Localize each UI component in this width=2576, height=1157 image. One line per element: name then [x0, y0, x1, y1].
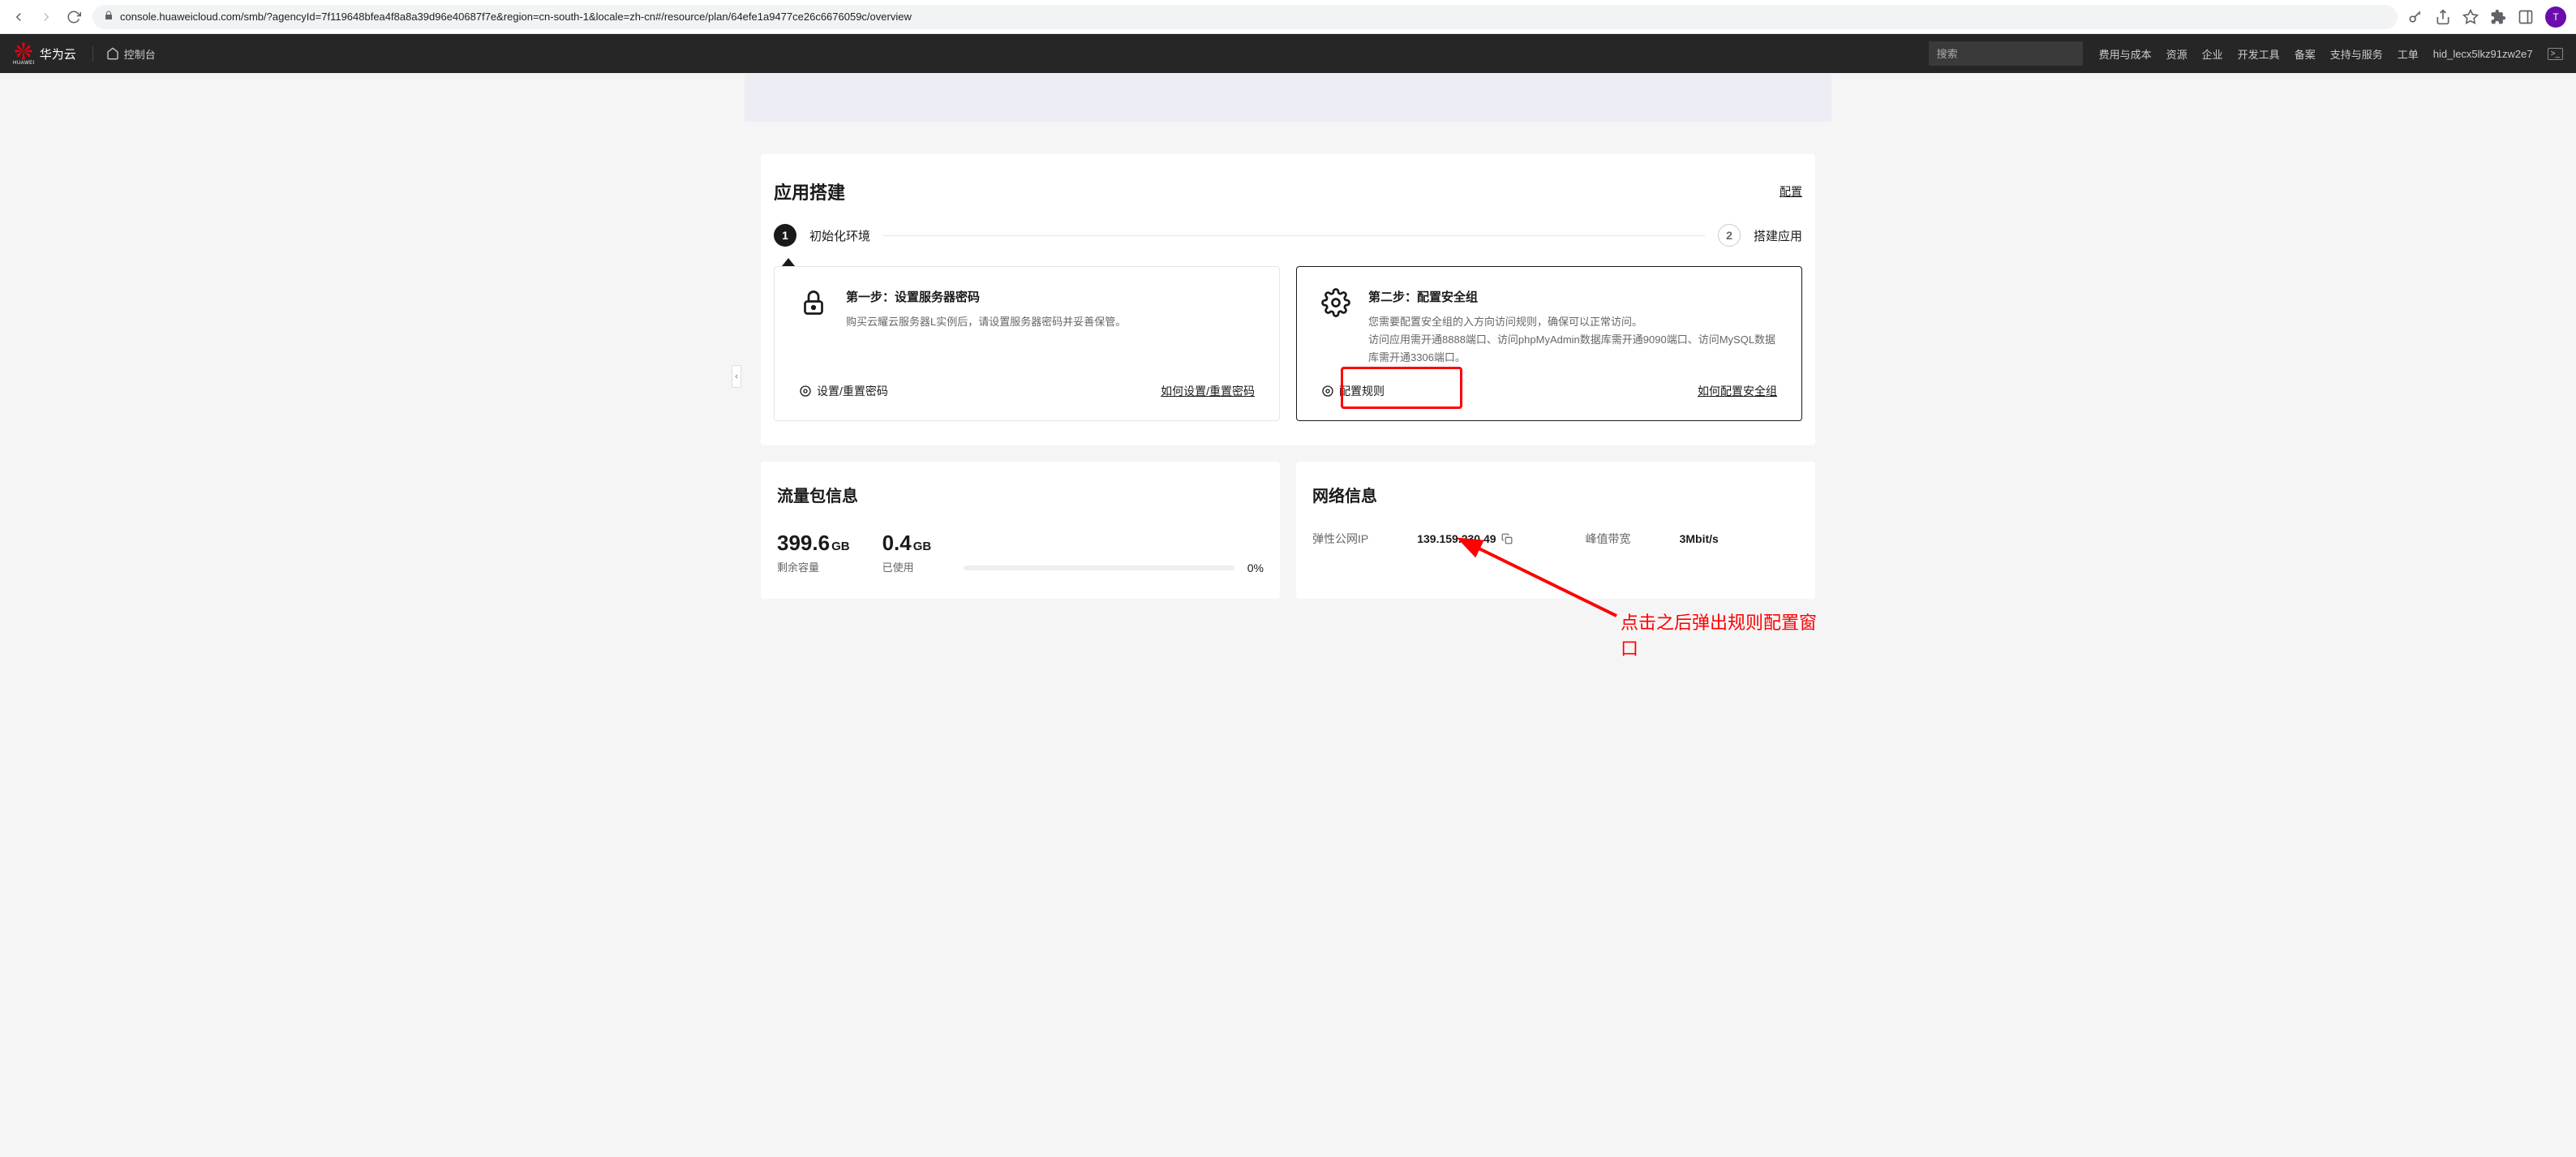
- set-password-action[interactable]: 设置/重置密码: [799, 383, 888, 399]
- nav-cost[interactable]: 费用与成本: [2099, 46, 2152, 62]
- panel-icon[interactable]: [2518, 9, 2534, 25]
- url-text: console.huaweicloud.com/smb/?agencyId=7f…: [120, 11, 912, 23]
- traffic-progress-bar: [964, 566, 1234, 570]
- home-icon: [106, 47, 119, 60]
- active-step-pointer: [782, 258, 795, 266]
- eip-value: 139.159.230.49: [1417, 532, 1496, 545]
- app-build-title: 应用搭建: [774, 178, 845, 204]
- card1-title: 第一步：设置服务器密码: [846, 288, 1255, 305]
- lock-icon: [104, 11, 114, 23]
- network-title: 网络信息: [1312, 483, 1799, 506]
- traffic-remain-value: 399.6: [777, 531, 830, 555]
- sidebar-collapse-toggle[interactable]: [732, 365, 741, 388]
- gear-icon: [799, 385, 812, 398]
- header-nav: 费用与成本 资源 企业 开发工具 备案 支持与服务 工单 hid_lecx5lk…: [2099, 46, 2563, 62]
- nav-enterprise[interactable]: 企业: [2202, 46, 2223, 62]
- reload-button[interactable]: [65, 8, 83, 26]
- traffic-used-label: 已使用: [882, 559, 932, 574]
- gear-icon: [1321, 288, 1350, 317]
- step-card-security-group: 第二步：配置安全组 您需要配置安全组的入方向访问规则，确保可以正常访问。 访问应…: [1296, 266, 1802, 421]
- step-1-label: 初始化环境: [809, 227, 870, 244]
- nav-workorder[interactable]: 工单: [2398, 46, 2419, 62]
- step-2-label: 搭建应用: [1754, 227, 1802, 244]
- cloudshell-icon[interactable]: >_: [2548, 48, 2563, 60]
- search-input[interactable]: [1937, 48, 2080, 60]
- network-info-card: 网络信息 弹性公网IP 139.159.230.49 峰值带宽 3Mbit/s: [1296, 462, 1815, 599]
- nav-devtools[interactable]: 开发工具: [2238, 46, 2280, 62]
- nav-resource[interactable]: 资源: [2166, 46, 2187, 62]
- how-configure-sg-link[interactable]: 如何配置安全组: [1698, 383, 1777, 399]
- cloud-header: HUAWEI 华为云 控制台 费用与成本 资源 企业 开发工具 备案 支持与服务…: [0, 34, 2576, 73]
- profile-avatar[interactable]: T: [2545, 6, 2566, 28]
- step-1-circle[interactable]: 1: [774, 224, 796, 247]
- traffic-info-card: 流量包信息 399.6GB 剩余容量 0.4GB 已使用 0%: [761, 462, 1280, 599]
- app-build-section: 应用搭建 配置 1 初始化环境 2 搭建应用: [761, 154, 1815, 445]
- page-body: 应用搭建 配置 1 初始化环境 2 搭建应用: [0, 73, 2576, 1157]
- nav-user[interactable]: hid_lecx5lkz91zw2e7: [2433, 48, 2533, 60]
- steps-indicator: 1 初始化环境 2 搭建应用: [761, 224, 1815, 266]
- search-box[interactable]: [1929, 41, 2083, 66]
- key-icon[interactable]: [2407, 9, 2424, 25]
- card2-title: 第二步：配置安全组: [1368, 288, 1777, 305]
- annotation-text: 点击之后弹出规则配置窗口: [1621, 609, 1831, 660]
- back-button[interactable]: [10, 8, 28, 26]
- brand-logo[interactable]: HUAWEI 华为云: [13, 41, 76, 66]
- extensions-icon[interactable]: [2490, 9, 2506, 25]
- browser-toolbar: console.huaweicloud.com/smb/?agencyId=7f…: [0, 0, 2576, 34]
- config-link[interactable]: 配置: [1780, 183, 1802, 200]
- nav-backup[interactable]: 备案: [2295, 46, 2316, 62]
- huawei-petals-icon: [14, 41, 33, 61]
- traffic-remain-label: 剩余容量: [777, 559, 850, 574]
- gear-small-icon: [1321, 385, 1334, 398]
- address-bar[interactable]: console.huaweicloud.com/smb/?agencyId=7f…: [92, 5, 2398, 29]
- bandwidth-label: 峰值带宽: [1586, 531, 1631, 547]
- star-icon[interactable]: [2462, 9, 2479, 25]
- traffic-title: 流量包信息: [777, 483, 1264, 506]
- how-set-password-link[interactable]: 如何设置/重置密码: [1161, 383, 1255, 399]
- card1-desc: 购买云耀云服务器L实例后，请设置服务器密码并妥善保管。: [846, 313, 1255, 331]
- step-card-password: 第一步：设置服务器密码 购买云耀云服务器L实例后，请设置服务器密码并妥善保管。 …: [774, 266, 1280, 421]
- console-link[interactable]: 控制台: [92, 46, 156, 62]
- brand-name: 华为云: [40, 45, 76, 62]
- banner-placeholder: [745, 73, 1831, 122]
- nav-support[interactable]: 支持与服务: [2330, 46, 2383, 62]
- card2-desc: 您需要配置安全组的入方向访问规则，确保可以正常访问。 访问应用需开通8888端口…: [1368, 313, 1777, 367]
- configure-rules-action[interactable]: 配置规则: [1321, 383, 1385, 399]
- traffic-used-value: 0.4: [882, 531, 912, 555]
- lock-icon: [799, 288, 828, 317]
- forward-button[interactable]: [37, 8, 55, 26]
- bandwidth-value: 3Mbit/s: [1680, 532, 1719, 545]
- copy-icon[interactable]: [1501, 533, 1513, 544]
- traffic-progress-pct: 0%: [1247, 561, 1264, 574]
- eip-label: 弹性公网IP: [1312, 531, 1368, 547]
- step-2-circle[interactable]: 2: [1718, 224, 1741, 247]
- share-icon[interactable]: [2435, 9, 2451, 25]
